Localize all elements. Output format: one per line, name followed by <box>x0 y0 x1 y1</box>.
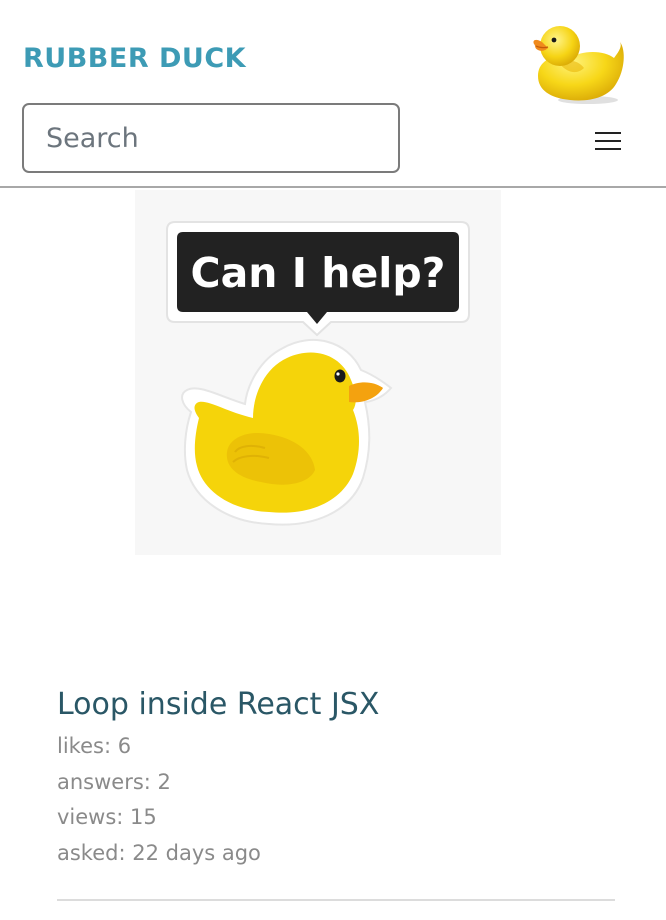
divider <box>57 899 615 901</box>
rubber-duck-sticker-icon <box>181 338 393 526</box>
speech-bubble: Can I help? <box>166 221 470 337</box>
answers-count: answers: 2 <box>57 769 171 794</box>
speech-bubble-text: Can I help? <box>191 249 446 297</box>
question-card: Loop inside React JSX likes: 6 answers: … <box>57 683 615 871</box>
question-stats: likes: 6 answers: 2 views: 15 asked: 22 … <box>57 729 615 871</box>
rubber-duck-logo-icon[interactable] <box>530 20 626 110</box>
asked-date: asked: 22 days ago <box>57 840 261 865</box>
search-input[interactable] <box>22 103 400 173</box>
hero-image: Can I help? <box>135 190 501 555</box>
question-title-link[interactable]: Loop inside React JSX <box>57 683 615 727</box>
navbar: RUBBER DUCK <box>0 0 666 188</box>
menu-toggle-button[interactable] <box>582 120 634 164</box>
hamburger-menu-icon <box>595 148 621 150</box>
hamburger-menu-icon <box>595 140 621 142</box>
brand-link[interactable]: RUBBER DUCK <box>23 41 246 77</box>
likes-count: likes: 6 <box>57 734 132 758</box>
hamburger-menu-icon <box>595 132 621 134</box>
views-count: views: 15 <box>57 805 157 829</box>
